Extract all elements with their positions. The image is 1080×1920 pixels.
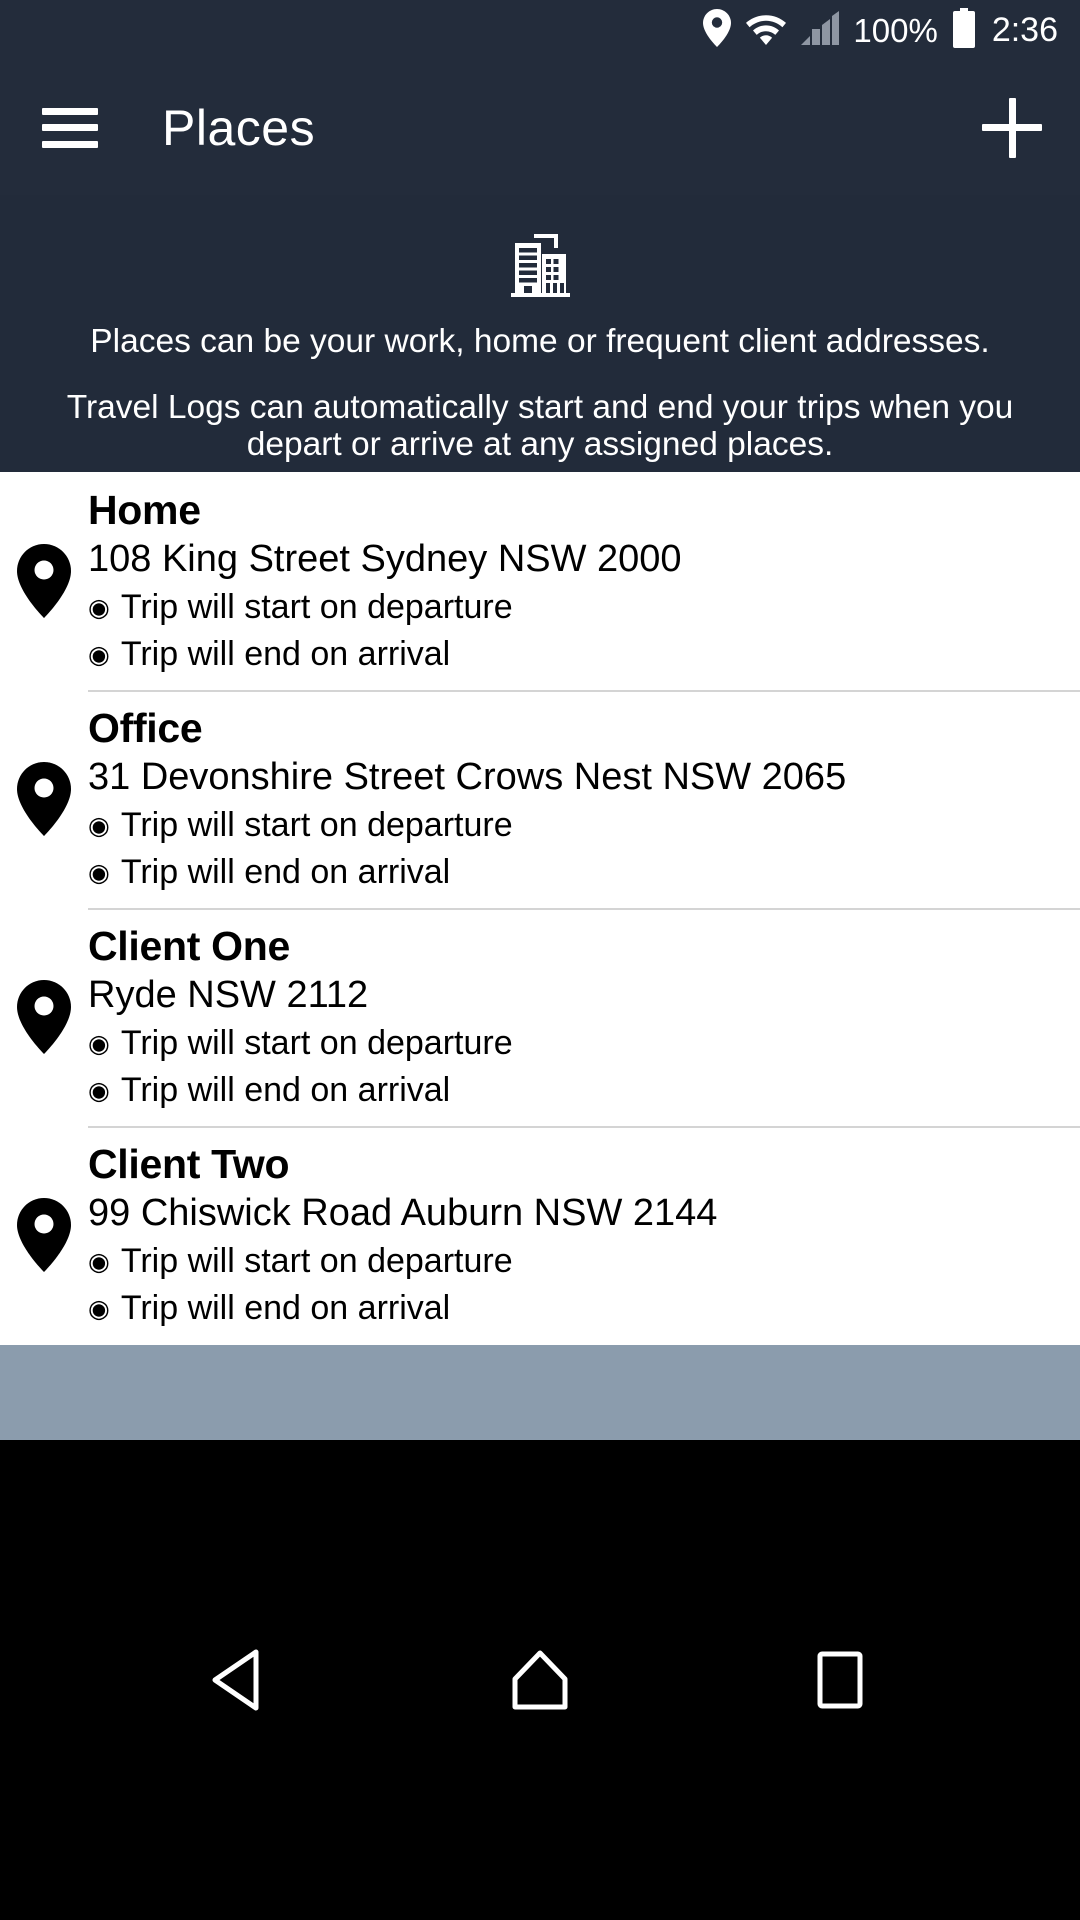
place-rule-end-label: Trip will end on arrival (120, 853, 451, 892)
map-pin-icon (0, 472, 88, 690)
place-list-item[interactable]: Client One Ryde NSW 2112 ◉ Trip will sta… (0, 908, 1080, 1126)
map-pin-icon (0, 1126, 88, 1344)
place-rule-end: ◉ Trip will end on arrival (88, 634, 1060, 675)
bullet-icon: ◉ (88, 859, 110, 888)
bullet-icon: ◉ (88, 1295, 110, 1324)
bullet-icon: ◉ (88, 1030, 110, 1059)
status-bar: 100% 2:36 (0, 0, 1080, 60)
place-address: 99 Chiswick Road Auburn NSW 2144 (88, 1191, 718, 1234)
banner-paragraph-1: Places can be your work, home or frequen… (90, 323, 990, 360)
info-banner: Places can be your work, home or frequen… (0, 195, 1080, 472)
app-toolbar: Places (0, 60, 1080, 195)
place-name: Home (88, 487, 201, 533)
battery-percent-label: 100% (853, 11, 938, 49)
bullet-icon: ◉ (88, 1077, 110, 1106)
place-name: Client One (88, 923, 291, 969)
place-address: Ryde NSW 2112 (88, 973, 369, 1016)
place-rule-start-label: Trip will start on departure (120, 1024, 513, 1063)
place-list-item[interactable]: Client Two 99 Chiswick Road Auburn NSW 2… (0, 1126, 1080, 1344)
office-building-icon (16, 229, 1064, 301)
hamburger-menu-icon[interactable] (42, 107, 98, 148)
place-rule-start: ◉ Trip will start on departure (88, 587, 1060, 628)
hamburger-bar-3 (42, 140, 98, 148)
place-list-item[interactable]: Home 108 King Street Sydney NSW 2000 ◉ T… (0, 472, 1080, 690)
hamburger-bar-1 (42, 107, 98, 115)
signal-bars-icon (801, 10, 840, 50)
place-rule-start-label: Trip will start on departure (120, 1242, 513, 1281)
place-rule-end-label: Trip will end on arrival (120, 1071, 451, 1110)
back-triangle-icon[interactable] (180, 1620, 300, 1740)
places-list[interactable]: Home 108 King Street Sydney NSW 2000 ◉ T… (0, 472, 1080, 1345)
hamburger-bar-2 (42, 124, 98, 131)
place-rule-end: ◉ Trip will end on arrival (88, 1070, 1060, 1111)
status-icons-group: 100% 2:36 (703, 7, 1058, 53)
bullet-icon: ◉ (88, 641, 110, 670)
place-details: Office 31 Devonshire Street Crows Nest N… (88, 690, 1080, 908)
add-place-button[interactable] (982, 97, 1042, 158)
place-name: Client Two (88, 1141, 290, 1187)
place-rule-start: ◉ Trip will start on departure (88, 805, 1060, 846)
battery-icon (952, 7, 976, 53)
place-name: Office (88, 705, 203, 751)
map-pin-icon (0, 908, 88, 1126)
place-list-item[interactable]: Office 31 Devonshire Street Crows Nest N… (0, 690, 1080, 908)
map-pin-icon (0, 690, 88, 908)
home-pentagon-icon[interactable] (480, 1620, 600, 1740)
place-details: Client Two 99 Chiswick Road Auburn NSW 2… (88, 1126, 1080, 1344)
place-rule-end-label: Trip will end on arrival (120, 635, 451, 674)
system-navigation-bar (0, 1440, 1080, 1920)
place-rule-end: ◉ Trip will end on arrival (88, 852, 1060, 893)
bottom-grey-band (0, 1345, 1080, 1440)
banner-paragraph-2: Travel Logs can automatically start and … (66, 388, 1014, 464)
place-rule-start: ◉ Trip will start on departure (88, 1023, 1060, 1064)
place-details: Client One Ryde NSW 2112 ◉ Trip will sta… (88, 908, 1080, 1126)
place-address: 108 King Street Sydney NSW 2000 (88, 537, 682, 580)
recents-square-icon[interactable] (780, 1620, 900, 1740)
bullet-icon: ◉ (88, 594, 110, 623)
place-rule-start-label: Trip will start on departure (120, 588, 513, 627)
place-rule-start: ◉ Trip will start on departure (88, 1241, 1060, 1282)
place-details: Home 108 King Street Sydney NSW 2000 ◉ T… (88, 472, 1080, 690)
place-rule-start-label: Trip will start on departure (120, 806, 513, 845)
bullet-icon: ◉ (88, 1248, 110, 1277)
wifi-icon (745, 11, 787, 50)
place-address: 31 Devonshire Street Crows Nest NSW 2065 (88, 755, 847, 798)
bullet-icon: ◉ (88, 812, 110, 841)
status-clock: 2:36 (991, 11, 1058, 49)
page-title: Places (162, 99, 316, 156)
place-rule-end: ◉ Trip will end on arrival (88, 1288, 1060, 1329)
place-rule-end-label: Trip will end on arrival (120, 1289, 451, 1328)
location-pin-icon (703, 8, 732, 52)
app-screen: 100% 2:36 Places Places can be your work… (0, 0, 1080, 1920)
